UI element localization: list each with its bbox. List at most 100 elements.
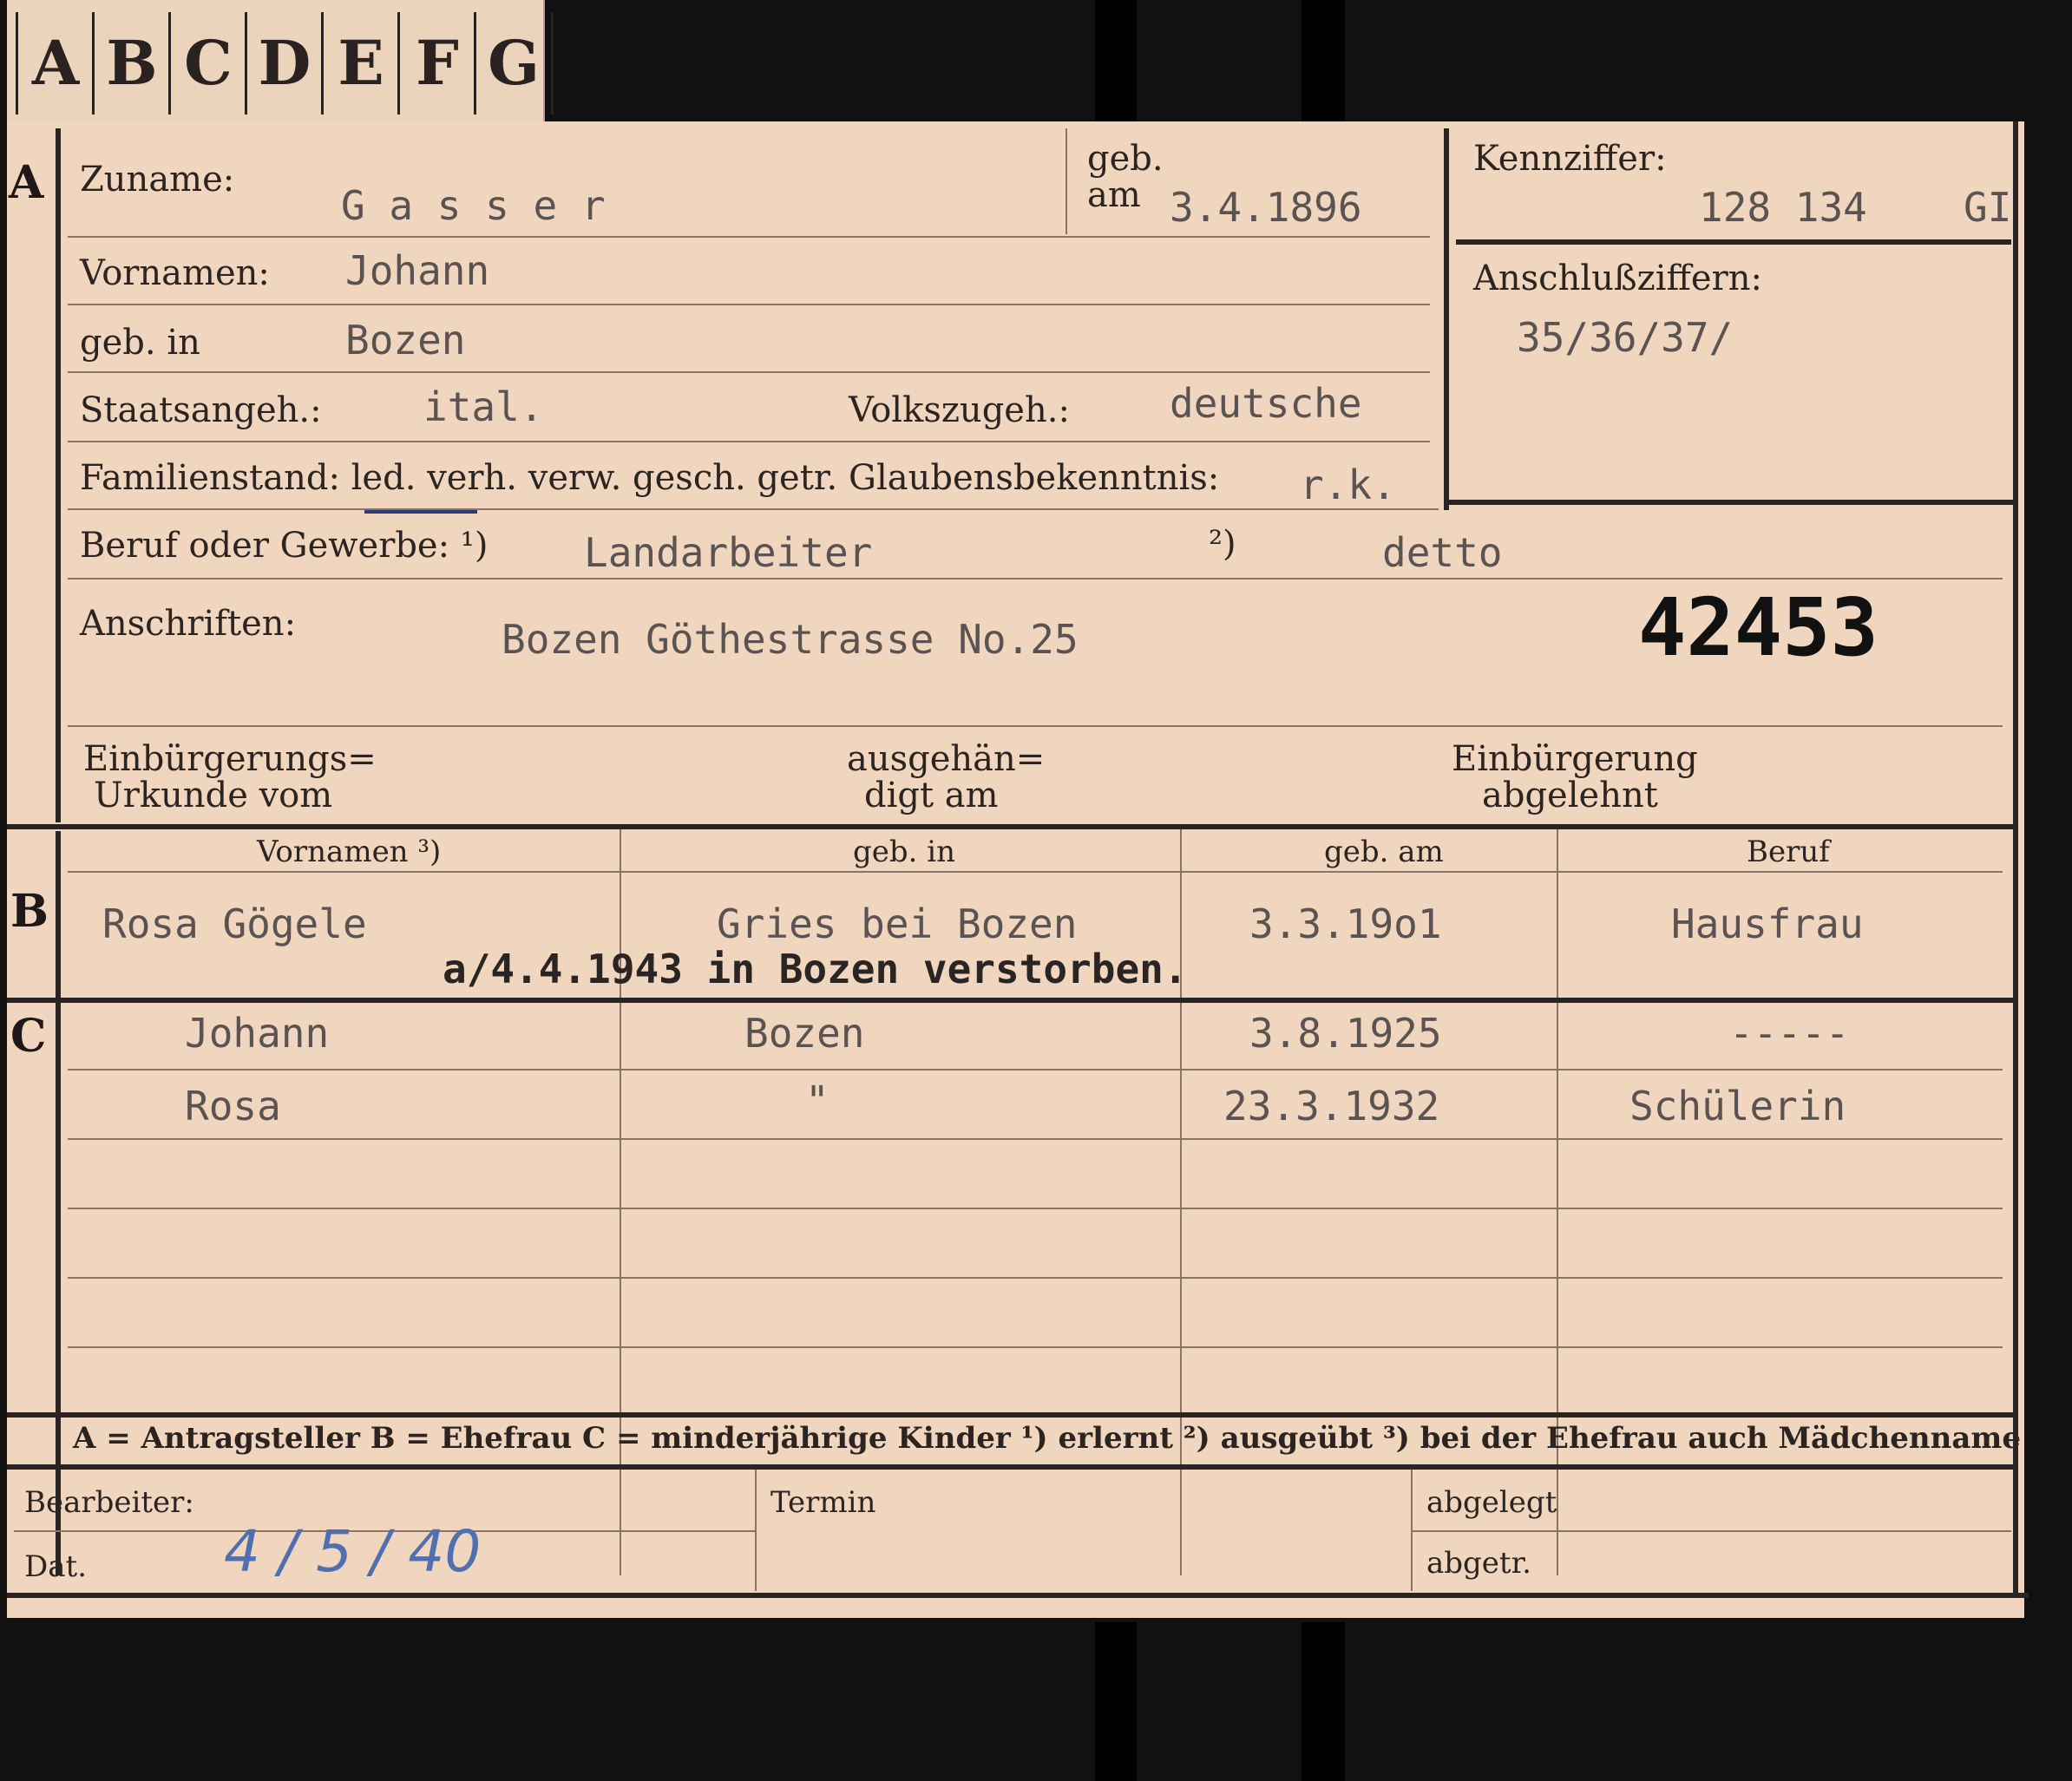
ausgehaen-label-1: ausgehän= [847, 739, 1046, 779]
stamp-number: 42453 [1638, 581, 1879, 674]
row-line [68, 1208, 2003, 1209]
registration-card: A Zuname: G a s s e r geb. am 3.4.1896 K… [7, 121, 2029, 1618]
tab-g[interactable]: G [474, 12, 554, 115]
col-beruf-header: Beruf [1747, 835, 1830, 869]
section-a-marker: A [9, 156, 44, 209]
col-divider [1180, 829, 1182, 1575]
verh-underline [364, 510, 477, 514]
divider [1066, 128, 1067, 234]
card-bottom [7, 1593, 2029, 1598]
col-divider [755, 1470, 757, 1591]
row-line [1413, 1530, 2011, 1532]
child-2-vornamen: Rosa [185, 1083, 281, 1129]
vornamen-value: Johann [345, 247, 490, 294]
anschriften-label: Anschriften: [80, 604, 297, 644]
kennziffer-suffix: GI [1964, 184, 2012, 231]
anschriften-value: Bozen Göthestrasse No.25 [502, 616, 1079, 663]
row-line [68, 1069, 2003, 1071]
familienstand-label: Familienstand: led. verh. verw. gesch. g… [80, 458, 838, 498]
kennziffer-box-bottom [1444, 500, 2013, 505]
col-gebin-header: geb. in [853, 835, 956, 869]
termin-label: Termin [770, 1485, 876, 1520]
spouse-beruf: Hausfrau [1671, 900, 1864, 947]
row-line [68, 871, 2003, 873]
einb-urkunde-label-2: Urkunde vom [94, 776, 333, 815]
left-border [56, 128, 61, 822]
section-b-marker: B [10, 885, 49, 938]
row-line [68, 725, 2003, 727]
col-vornamen-header: Vornamen ³) [257, 835, 442, 869]
legend-bottom [7, 1464, 2013, 1470]
tab-e[interactable]: E [321, 12, 398, 115]
row-line [68, 508, 1439, 510]
row-line [68, 578, 2003, 579]
child-2-gebin: " [805, 1077, 829, 1124]
anschluss-value: 35/36/37/ [1517, 314, 1734, 361]
beruf-label: Beruf oder Gewerbe: ¹) [80, 526, 488, 566]
beruf2-label: ²) [1209, 524, 1236, 564]
legend: A = Antragsteller B = Ehefrau C = minder… [73, 1421, 2021, 1456]
gebin-value: Bozen [345, 317, 466, 363]
child-1-gebam: 3.8.1925 [1249, 1010, 1442, 1057]
scan-bar [1302, 0, 1345, 121]
row-line [68, 371, 1430, 373]
section-c-top [7, 998, 2013, 1003]
tab-b[interactable]: B [92, 12, 169, 115]
kennziffer-box-left [1444, 128, 1449, 510]
scan-bar [1095, 1622, 1137, 1781]
child-1-gebin: Bozen [744, 1010, 865, 1057]
einb-urkunde-label-1: Einbürgerungs= [83, 739, 377, 779]
bearbeiter-label: Bearbeiter: [24, 1485, 194, 1520]
birthdate-value: 3.4.1896 [1170, 184, 1362, 231]
section-b-top [7, 824, 2013, 829]
tab-a[interactable]: A [16, 12, 93, 115]
anschluss-label: Anschlußziffern: [1473, 259, 1762, 298]
staat-label: Staatsangeh.: [80, 390, 322, 430]
spouse-gebin: Gries bei Bozen [717, 900, 1078, 947]
glauben-label: Glaubensbekenntnis: [849, 458, 1220, 498]
volk-value: deutsche [1170, 380, 1362, 427]
beruf-value: Landarbeiter [584, 529, 873, 576]
tab-d[interactable]: D [245, 12, 322, 115]
tab-c[interactable]: C [168, 12, 246, 115]
kennziffer-value: 128 134 [1699, 184, 1867, 231]
glauben-value: r.k. [1300, 462, 1396, 508]
col-divider [620, 829, 621, 1575]
row-line [68, 1138, 2003, 1140]
geb-label: geb. [1087, 139, 1164, 179]
am-label: am [1087, 175, 1141, 215]
legend-top [7, 1412, 2013, 1418]
kennziffer-box-mid [1456, 239, 2011, 245]
beruf2-value: detto [1382, 529, 1503, 576]
surname-label: Zuname: [80, 160, 235, 200]
row-line [68, 1277, 2003, 1279]
row-line [68, 304, 1430, 305]
right-border [2013, 121, 2018, 1596]
abgetr-label: abgetr. [1426, 1546, 1531, 1581]
child-2-beruf: Schülerin [1629, 1083, 1846, 1129]
dat-label: Dat. [24, 1549, 88, 1584]
staat-value: ital. [423, 383, 544, 430]
einb-abgelehnt-label-1: Einbürgerung [1452, 739, 1698, 779]
spouse-note: a/4.4.1943 in Bozen verstorben. [443, 946, 1188, 992]
surname-value: G a s s e r [341, 182, 606, 229]
col-divider [1557, 829, 1558, 1575]
row-line [68, 236, 1430, 238]
dat-value: 4 / 5 / 40 [224, 1518, 482, 1585]
kennziffer-label: Kennziffer: [1473, 139, 1667, 179]
volk-label: Volkszugeh.: [849, 390, 1070, 430]
child-2-gebam: 23.3.1932 [1223, 1083, 1440, 1129]
scan-bar [1095, 0, 1137, 121]
scan-bar [1302, 1622, 1345, 1781]
spouse-vornamen: Rosa Gögele [102, 900, 367, 947]
child-1-vornamen: Johann [185, 1010, 330, 1057]
col-gebam-header: geb. am [1324, 835, 1444, 869]
section-c-marker: C [10, 1010, 47, 1063]
abgelegt-label: abgelegt [1426, 1485, 1557, 1520]
tab-f[interactable]: F [397, 12, 475, 115]
row-line [68, 441, 1430, 442]
letter-tabs: A B C D E F G [7, 0, 554, 128]
ausgehaen-label-2: digt am [864, 776, 999, 815]
einb-abgelehnt-label-2: abgelehnt [1482, 776, 1658, 815]
child-1-beruf: ----- [1729, 1010, 1850, 1057]
